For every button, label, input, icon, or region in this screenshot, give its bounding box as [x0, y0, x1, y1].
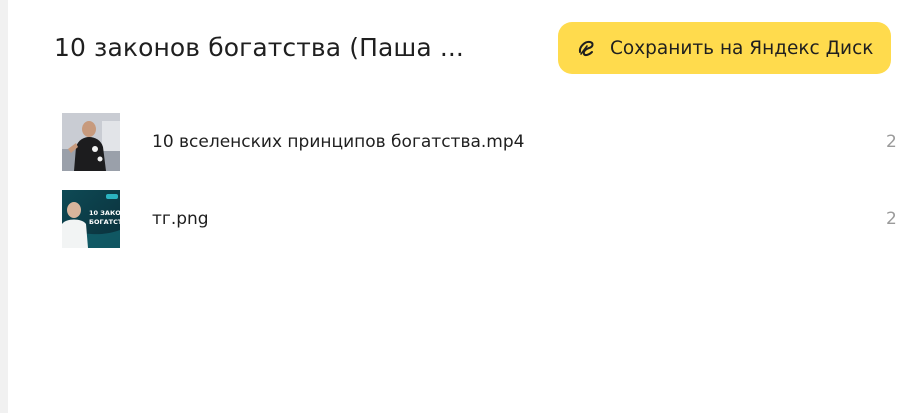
file-date: 2 [886, 132, 897, 152]
image-thumbnail-icon: 10 ЗАКОН БОГАТСТ [62, 190, 120, 248]
save-to-yandex-disk-button[interactable]: Сохранить на Яндекс Диск [558, 22, 891, 74]
svg-text:10 ЗАКОН: 10 ЗАКОН [89, 209, 120, 217]
save-button-label: Сохранить на Яндекс Диск [610, 37, 874, 59]
video-thumbnail-icon [62, 113, 120, 171]
svg-text:БОГАТСТ: БОГАТСТ [89, 218, 120, 226]
file-name: 10 вселенских принципов богатства.mp4 [152, 132, 525, 152]
file-name: тг.png [152, 209, 209, 229]
folder-title: 10 законов богатства (Паша ... [54, 33, 464, 62]
file-row-image[interactable]: 10 ЗАКОН БОГАТСТ тг.png 2 [62, 189, 900, 249]
yandex-disk-icon [576, 37, 598, 59]
public-folder-page: 10 законов богатства (Паша ... Сохранить… [0, 0, 900, 413]
file-date: 2 [886, 209, 897, 229]
left-edge-divider [0, 0, 8, 413]
file-row-video[interactable]: 10 вселенских принципов богатства.mp4 2 [62, 112, 900, 172]
